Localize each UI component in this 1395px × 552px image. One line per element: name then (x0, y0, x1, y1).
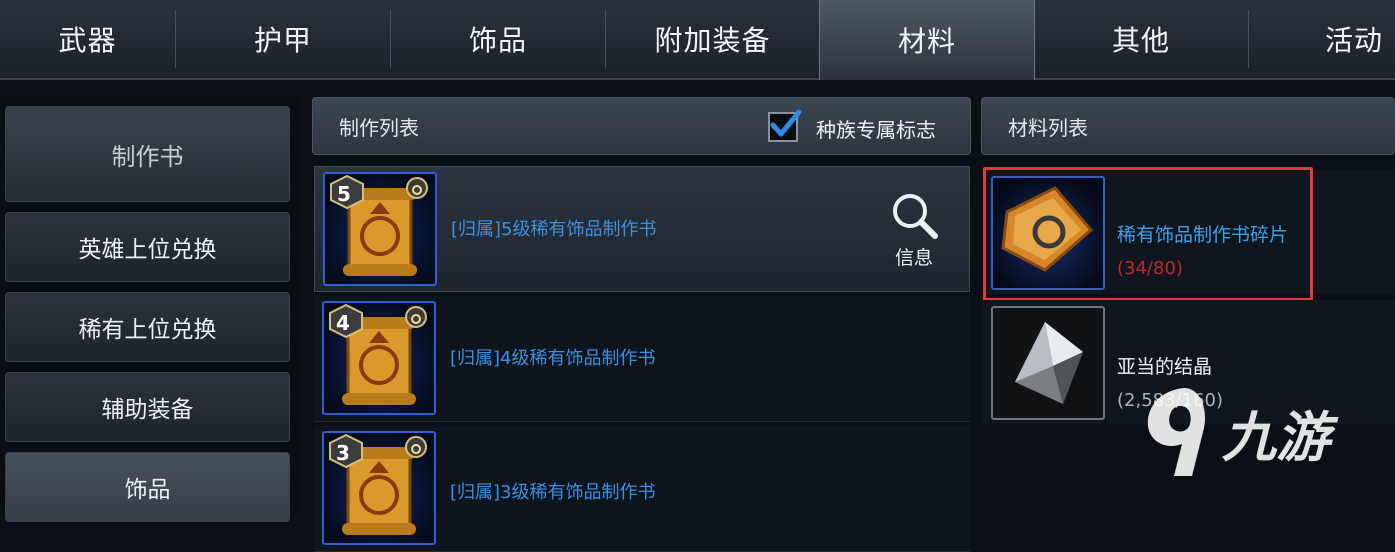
craft-list-title: 制作列表 (339, 115, 419, 140)
tab-extra-equipment[interactable]: 附加装备 (606, 0, 819, 78)
category-tab-bar: 武器 护甲 饰品 附加装备 材料 其他 活动 (0, 0, 1395, 80)
crystal-icon (1015, 322, 1083, 404)
tab-materials[interactable]: 材料 (819, 0, 1035, 80)
tab-event[interactable]: 活动 (1249, 0, 1395, 78)
tab-accessory[interactable]: 饰品 (391, 0, 605, 78)
item-level-badge: 4 (336, 311, 350, 335)
craft-list-item[interactable]: 3 [归属]3级稀有饰品制作书 (314, 426, 970, 552)
material-icon (991, 306, 1105, 420)
material-list-header: 材料列表 (981, 97, 1395, 155)
craft-item-name: [归属]5级稀有饰品制作书 (451, 219, 657, 240)
race-filter-checkbox[interactable] (768, 109, 802, 142)
craft-item-name: [归属]4级稀有饰品制作书 (450, 348, 656, 369)
sidebar-header-craft-book[interactable]: 制作书 (5, 106, 290, 202)
jiuyou-watermark-logo: 九游 (1138, 382, 1378, 482)
material-list-title: 材料列表 (1008, 115, 1088, 140)
sidebar-item-hero-upgrade-exchange[interactable]: 英雄上位兑换 (5, 212, 290, 282)
info-label: 信息 (895, 247, 934, 269)
sidebar-item-auxiliary-equipment[interactable]: 辅助装备 (5, 372, 290, 442)
craft-list-item[interactable]: 5 [归属]5级稀有饰品制作书 信息 (314, 166, 970, 292)
item-level-badge: 5 (337, 182, 351, 206)
jiuyou-logo-icon (1147, 388, 1206, 476)
craft-list-item[interactable]: 4 [归属]4级稀有饰品制作书 (314, 296, 970, 422)
tab-other[interactable]: 其他 (1034, 0, 1248, 78)
material-name: 亚当的结晶 (1117, 356, 1213, 378)
scroll-item-icon: 5 (323, 172, 437, 286)
sidebar-item-accessory[interactable]: 饰品 (5, 452, 290, 522)
item-level-badge: 3 (336, 441, 350, 465)
watermark-text: 九游 (1222, 405, 1330, 469)
magnifier-icon (893, 194, 938, 239)
race-filter-label: 种族专属标志 (816, 118, 936, 142)
tab-armor[interactable]: 护甲 (176, 0, 390, 78)
scroll-item-icon: 3 (322, 431, 436, 545)
highlight-box (983, 167, 1313, 301)
checkmark-icon (770, 109, 802, 137)
sidebar-item-rare-upgrade-exchange[interactable]: 稀有上位兑换 (5, 292, 290, 362)
tab-weapon[interactable]: 武器 (0, 0, 175, 78)
craft-item-name: [归属]3级稀有饰品制作书 (450, 482, 656, 503)
scroll-item-icon: 4 (322, 301, 436, 415)
info-button[interactable]: 信息 (883, 191, 947, 271)
